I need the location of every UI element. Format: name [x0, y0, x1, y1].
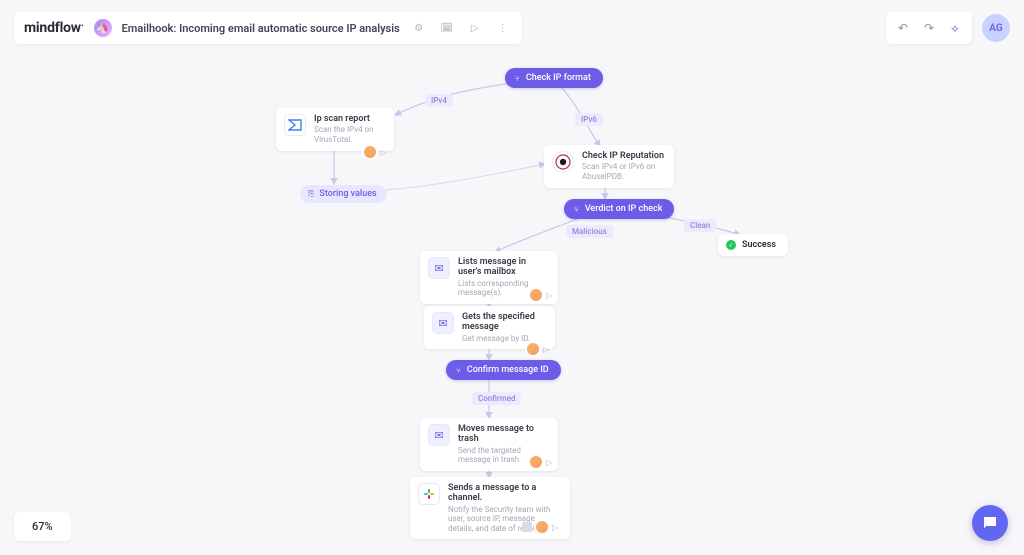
node-label: Check IP format: [526, 73, 591, 83]
node-label: Confirm message ID: [467, 365, 549, 375]
node-title: Lists message in user's mailbox: [458, 257, 548, 278]
output-port-icon[interactable]: [530, 456, 542, 468]
node-subtitle: Get message by ID.: [462, 334, 545, 344]
node-subtitle: Scan the IPv4 on VirusTotal.: [314, 125, 384, 144]
node-title: Moves message to trash: [458, 424, 548, 445]
edge-label-clean: Clean: [684, 219, 716, 232]
node-title: Ip scan report: [314, 114, 384, 124]
success-check-icon: ✓: [726, 240, 736, 250]
node-ports: ▷: [522, 521, 558, 533]
output-port-icon[interactable]: [530, 289, 542, 301]
support-chat-button[interactable]: [972, 505, 1008, 541]
mailbox-icon: ✉: [428, 257, 450, 279]
node-title: Check IP Reputation: [582, 151, 664, 161]
output-port-icon[interactable]: [536, 521, 548, 533]
node-label: Success: [742, 240, 776, 250]
node-verdict[interactable]: ⑂ Verdict on IP check: [564, 199, 674, 219]
node-title: Sends a message to a channel.: [448, 483, 560, 504]
play-port-icon[interactable]: ▷: [543, 345, 549, 354]
output-port-icon[interactable]: [527, 343, 539, 355]
node-ip-scan-report[interactable]: Ip scan report Scan the IPv4 on VirusTot…: [276, 108, 394, 151]
message-icon: ✉: [432, 312, 454, 334]
node-ports: ▷: [527, 343, 549, 355]
play-port-icon[interactable]: ▷: [546, 291, 552, 300]
node-title: Gets the specified message: [462, 312, 545, 333]
node-ports: ▷: [364, 146, 386, 158]
edge-label-ipv6: IPv6: [575, 113, 603, 126]
node-check-ip-format[interactable]: ⑂ Check IP format: [505, 68, 603, 88]
node-subtitle: Scan IPv4 or IPv6 on AbuseIPDB.: [582, 162, 664, 181]
node-label: Verdict on IP check: [585, 204, 663, 214]
output-port-icon[interactable]: [364, 146, 376, 158]
virustotal-icon: [284, 114, 306, 136]
node-ports: ▷: [530, 456, 552, 468]
node-storing-values[interactable]: ⎘ Storing values: [300, 185, 387, 203]
edge-label-malicious: Malicious: [566, 225, 613, 238]
store-icon: ⎘: [308, 189, 314, 199]
zoom-indicator[interactable]: 67%: [14, 512, 71, 541]
chat-bubble-icon: [981, 514, 999, 532]
branch-icon: ⑂: [515, 74, 520, 83]
play-port-icon[interactable]: ▷: [552, 523, 558, 532]
flow-canvas[interactable]: ⑂ Check IP format IPv4 IPv6 Ip scan repo…: [0, 0, 1024, 555]
branch-icon: ⑂: [456, 366, 461, 375]
play-port-icon[interactable]: ▷: [380, 148, 386, 157]
edge-label-ipv4: IPv4: [425, 94, 453, 107]
abuseipdb-icon: [552, 151, 574, 173]
slack-icon: [418, 483, 440, 505]
play-port-icon[interactable]: ▷: [546, 458, 552, 467]
node-ports: ▷: [530, 289, 552, 301]
node-label: Storing values: [319, 189, 376, 199]
terminal-port-icon[interactable]: [522, 522, 532, 532]
node-confirm-id[interactable]: ⑂ Confirm message ID: [446, 360, 561, 380]
trash-icon: ✉: [428, 424, 450, 446]
node-check-ip-reputation[interactable]: Check IP Reputation Scan IPv4 or IPv6 on…: [544, 145, 674, 188]
branch-icon: ⑂: [574, 205, 579, 214]
edge-label-confirmed: Confirmed: [472, 392, 521, 405]
node-success[interactable]: ✓ Success: [718, 234, 788, 256]
